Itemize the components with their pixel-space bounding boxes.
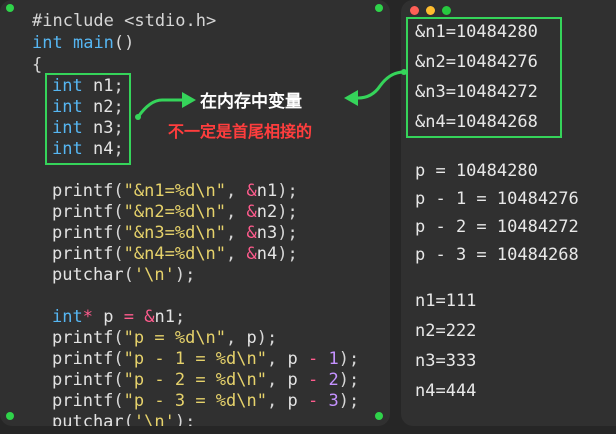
left-arrow-icon [135, 92, 196, 120]
right-arrow-icon [344, 69, 407, 106]
annotation-arrows [135, 69, 407, 120]
